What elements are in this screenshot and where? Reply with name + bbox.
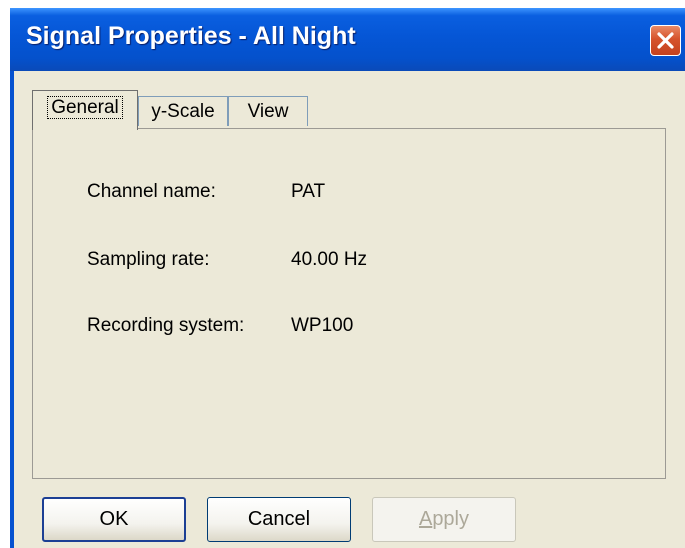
- apply-button[interactable]: Apply: [372, 497, 516, 542]
- channel-name-value: PAT: [291, 181, 326, 202]
- sampling-rate-label: Sampling rate:: [87, 249, 210, 270]
- window-border-left: [10, 71, 14, 548]
- ok-button[interactable]: OK: [42, 497, 186, 542]
- tab-panel-general: Channel name: PAT Sampling rate: 40.00 H…: [32, 128, 666, 479]
- apply-mnemonic: A: [418, 508, 433, 530]
- sampling-rate-value: 40.00 Hz: [291, 249, 368, 270]
- tab-view[interactable]: View: [228, 96, 308, 126]
- recording-system-label: Recording system:: [87, 315, 245, 336]
- tab-general[interactable]: General: [32, 90, 138, 130]
- tab-y-scale[interactable]: y-Scale: [138, 96, 228, 126]
- title-bar[interactable]: Signal Properties - All Night: [10, 8, 685, 71]
- window-title: Signal Properties - All Night: [26, 22, 356, 50]
- recording-system-value: WP100: [291, 315, 354, 336]
- cancel-button[interactable]: Cancel: [207, 497, 351, 542]
- tab-general-label: General: [47, 96, 123, 119]
- tab-view-label: View: [247, 101, 289, 122]
- apply-label-rest: pply: [432, 508, 470, 530]
- tab-y-scale-label: y-Scale: [151, 101, 215, 122]
- dialog-window: Signal Properties - All Night General y-…: [10, 8, 685, 548]
- close-button[interactable]: [650, 25, 681, 56]
- close-icon: [657, 32, 674, 49]
- channel-name-label: Channel name:: [87, 181, 216, 202]
